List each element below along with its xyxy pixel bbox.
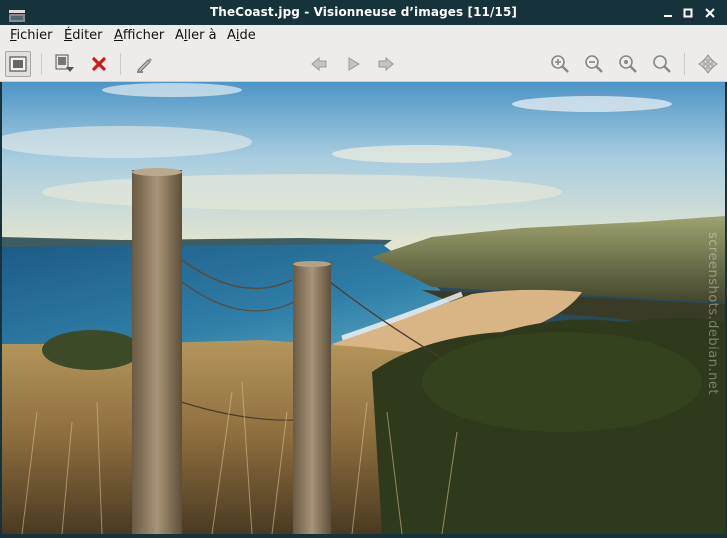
zoom-in-icon <box>551 55 569 73</box>
toolbar <box>0 47 727 82</box>
save-icon <box>55 54 74 72</box>
titlebar[interactable]: TheCoast.jpg - Visionneuse d’images [11/… <box>0 0 727 25</box>
move-button[interactable] <box>695 51 721 77</box>
close-icon[interactable] <box>702 5 718 21</box>
toolbar-separator <box>41 53 42 75</box>
menu-aller-a[interactable]: Aller à <box>175 28 217 43</box>
zoom-out-button[interactable] <box>581 51 607 77</box>
menubar: Fichier Éditer Afficher Aller à Aide <box>0 25 727 48</box>
menu-aide[interactable]: Aide <box>227 28 256 43</box>
zoom-in-button[interactable] <box>547 51 573 77</box>
zoom-100-button[interactable] <box>615 51 641 77</box>
edit-icon <box>137 58 152 73</box>
move-icon <box>698 54 718 74</box>
back-button[interactable] <box>306 51 332 77</box>
menu-afficher[interactable]: Afficher <box>114 28 164 43</box>
maximize-icon[interactable] <box>680 5 696 21</box>
coast-photo <box>2 82 725 534</box>
window-title: TheCoast.jpg - Visionneuse d’images [11/… <box>210 5 517 19</box>
zoom-out-icon <box>585 55 603 73</box>
toolbar-separator <box>684 53 685 75</box>
delete-button[interactable] <box>86 51 112 77</box>
delete-icon <box>92 57 106 71</box>
play-icon <box>348 57 360 71</box>
forward-button[interactable] <box>373 51 399 77</box>
forward-icon <box>378 56 394 72</box>
menu-fichier[interactable]: Fichier <box>10 28 53 43</box>
zoom-fit-icon <box>653 55 671 73</box>
edit-button[interactable] <box>131 51 157 77</box>
fullscreen-icon <box>9 56 27 72</box>
menu-editer[interactable]: Éditer <box>64 28 103 43</box>
save-button[interactable] <box>51 51 77 77</box>
fullscreen-button[interactable] <box>5 51 31 77</box>
image-viewer-window: TheCoast.jpg - Visionneuse d’images [11/… <box>0 0 727 538</box>
zoom-100-icon <box>619 55 637 73</box>
toolbar-separator <box>120 53 121 75</box>
image-canvas[interactable]: screenshots.debian.net <box>2 82 725 534</box>
zoom-fit-button[interactable] <box>649 51 675 77</box>
play-button[interactable] <box>340 51 366 77</box>
watermark-text: screenshots.debian.net <box>705 232 720 395</box>
back-icon <box>311 56 327 72</box>
minimize-icon[interactable] <box>660 5 676 21</box>
